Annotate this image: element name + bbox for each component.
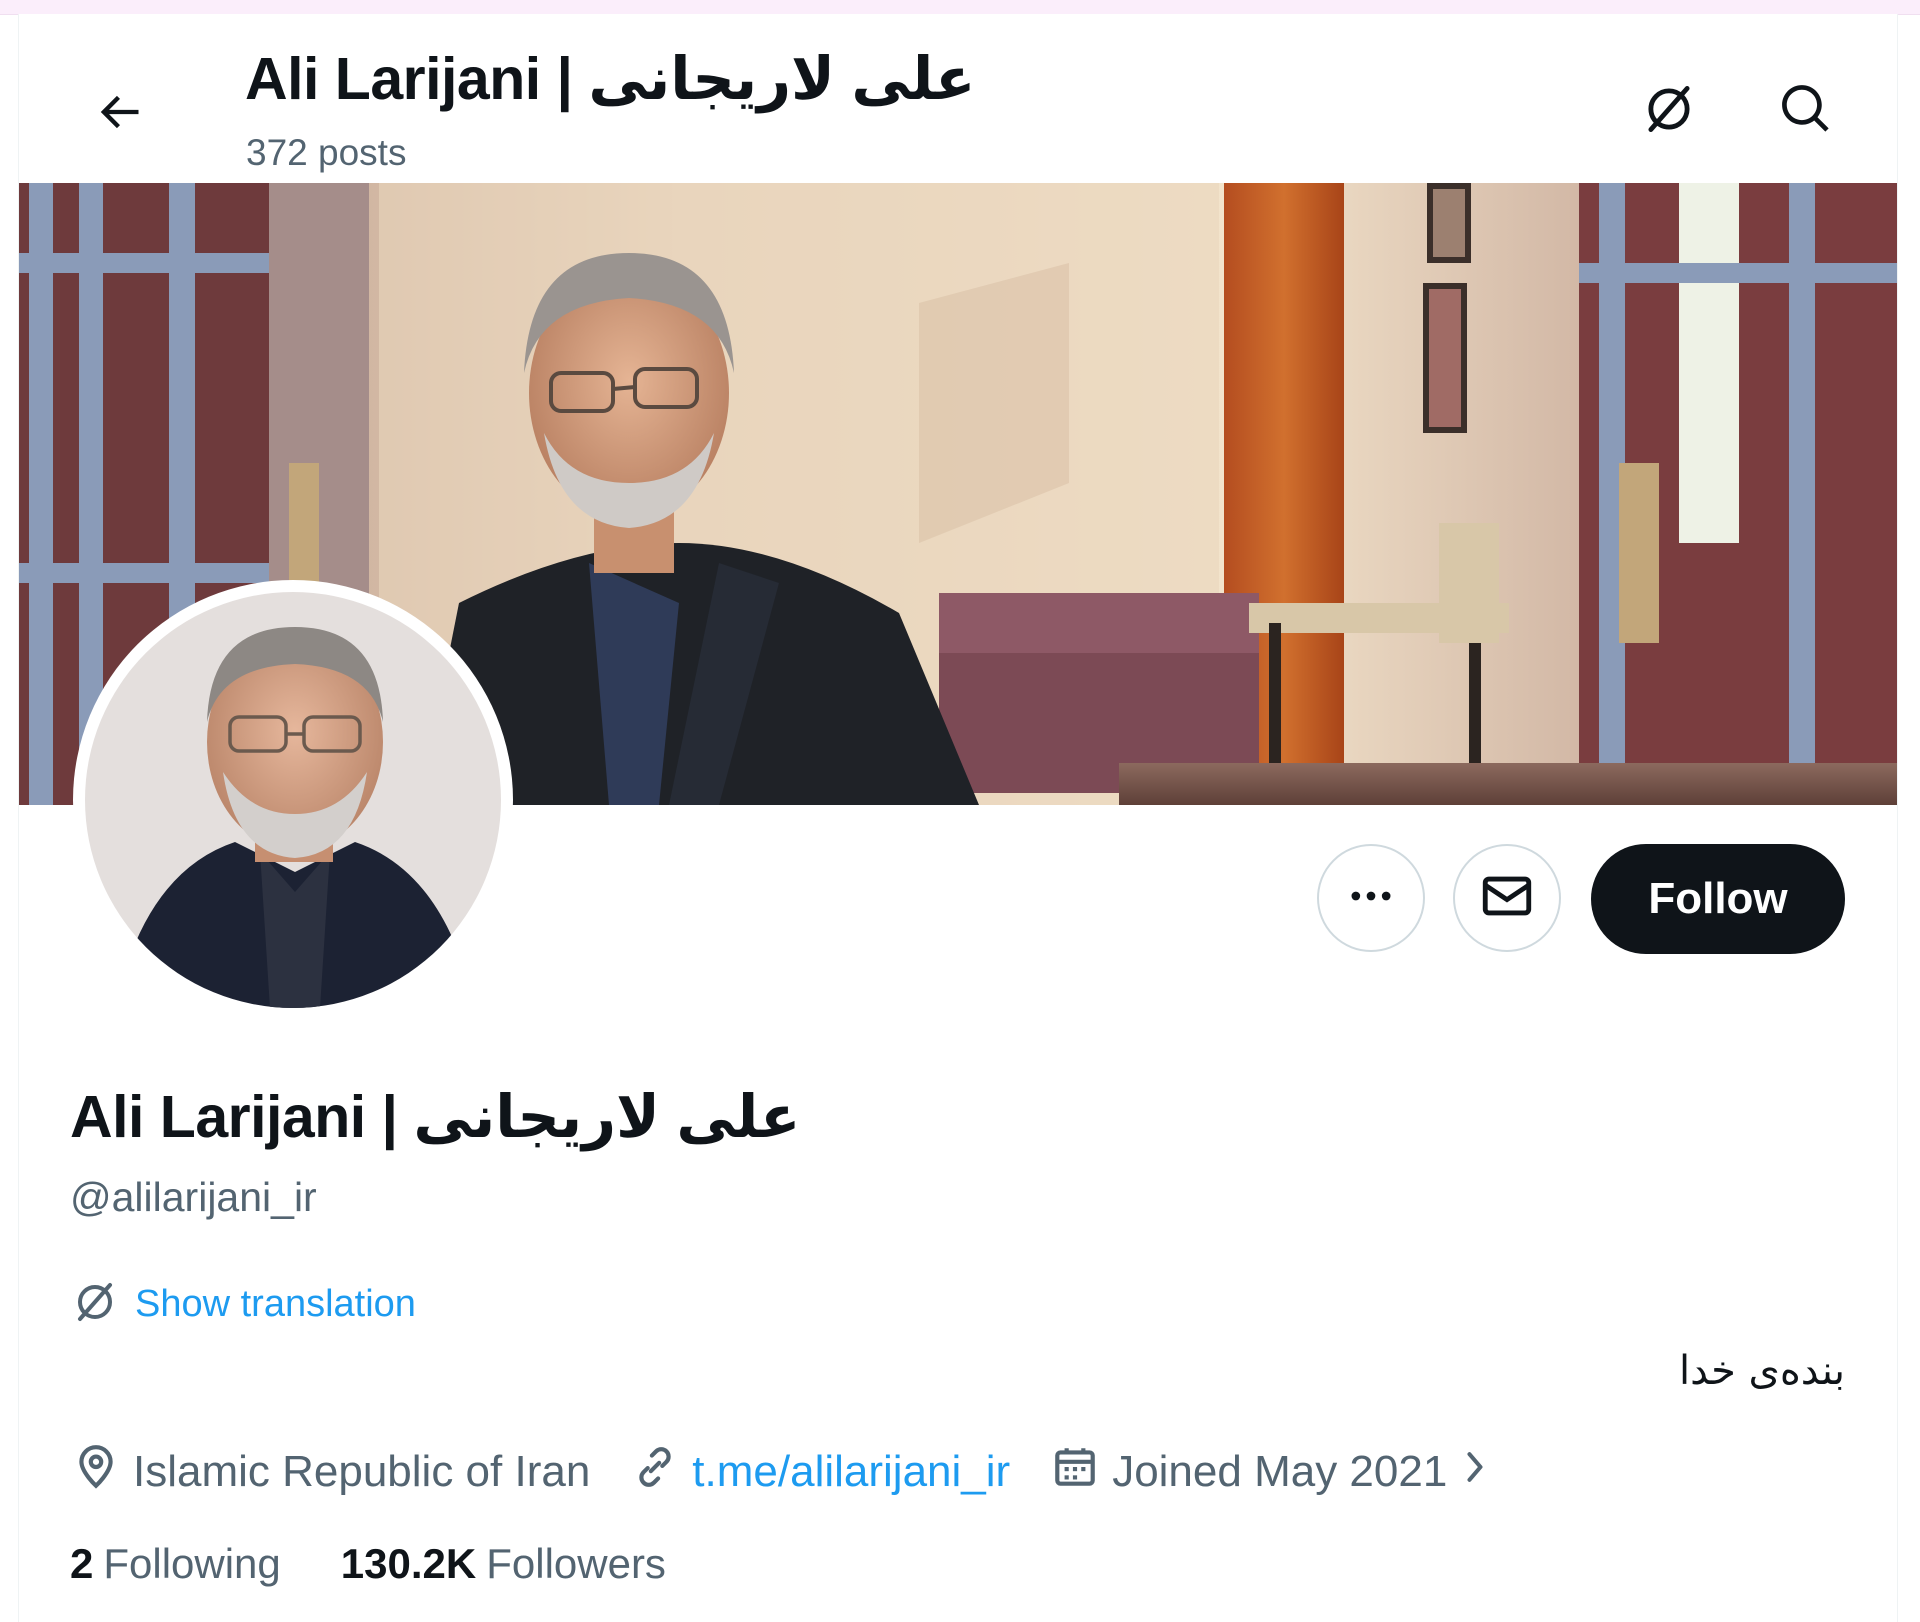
translate-icon xyxy=(1640,80,1698,143)
joined-item[interactable]: Joined May 2021 xyxy=(1050,1442,1505,1503)
show-translation-label: Show translation xyxy=(135,1283,416,1325)
profile-header: Ali Larijani | علی لاریجانی 372 posts xyxy=(19,14,1897,182)
followers-count: 130.2K xyxy=(340,1540,477,1587)
follow-button[interactable]: Follow xyxy=(1591,844,1845,954)
followers-label: Followers xyxy=(486,1540,666,1587)
header-title: Ali Larijani | علی لاریجانی xyxy=(245,46,976,112)
more-options-button[interactable] xyxy=(1317,844,1425,952)
following-count: 2 xyxy=(70,1540,94,1587)
translate-icon xyxy=(71,1278,119,1331)
link-icon xyxy=(630,1442,692,1503)
translate-button[interactable] xyxy=(1624,66,1714,156)
arrow-left-icon xyxy=(93,86,145,143)
chevron-right-icon xyxy=(1457,1445,1505,1500)
header-posts-count: 372 posts xyxy=(246,132,407,173)
more-options-icon xyxy=(1345,870,1397,927)
back-button[interactable] xyxy=(74,69,164,159)
website-link[interactable]: t.me/alilarijani_ir xyxy=(692,1447,1010,1497)
profile-page: Ali Larijani | علی لاریجانی 372 posts Fo… xyxy=(18,14,1898,1622)
profile-handle: @alilarijani_ir xyxy=(70,1174,317,1220)
location-pin-icon xyxy=(71,1442,133,1503)
search-icon xyxy=(1778,81,1834,142)
location-text: Islamic Republic of Iran xyxy=(133,1447,591,1496)
avatar[interactable] xyxy=(73,580,513,1020)
followers-link[interactable]: 130.2K Followers xyxy=(341,1540,666,1588)
location-item: Islamic Republic of Iran xyxy=(71,1442,590,1503)
website-item[interactable]: t.me/alilarijani_ir xyxy=(630,1442,1010,1503)
browser-top-strip xyxy=(0,0,1920,15)
message-button[interactable] xyxy=(1453,844,1561,952)
profile-meta: Islamic Republic of Iran t.me/alilarijan… xyxy=(71,1442,1545,1502)
following-link[interactable]: 2 Following xyxy=(70,1540,281,1588)
calendar-icon xyxy=(1050,1442,1112,1503)
profile-display-name: Ali Larijani | علی لاریجانی xyxy=(70,1084,801,1150)
search-button[interactable] xyxy=(1761,66,1851,156)
envelope-icon xyxy=(1478,867,1536,930)
profile-stats: 2 Following 130.2K Followers xyxy=(70,1540,726,1588)
joined-text: Joined May 2021 xyxy=(1112,1447,1448,1496)
profile-bio: بنده‌ی خدا xyxy=(1678,1348,1845,1394)
avatar-photo xyxy=(85,592,501,1008)
following-label: Following xyxy=(103,1540,281,1587)
show-translation-link[interactable]: Show translation xyxy=(71,1278,416,1331)
